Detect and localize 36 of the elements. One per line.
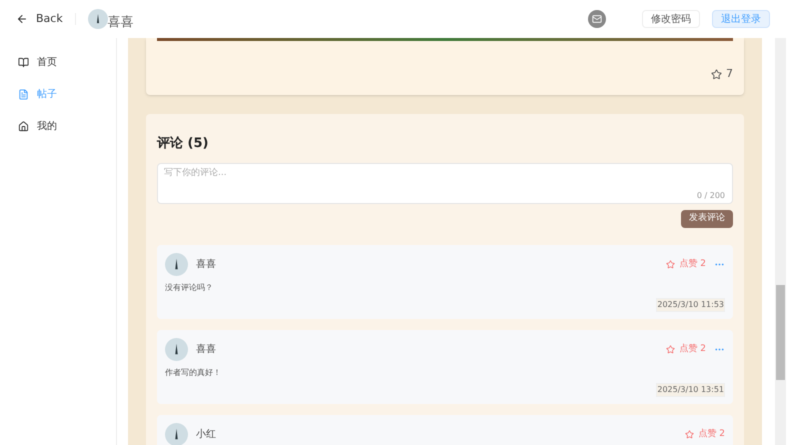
submit-comment-button[interactable]: 发表评论 xyxy=(681,210,733,228)
scrollbar[interactable] xyxy=(775,38,786,445)
avatar-icon xyxy=(165,423,188,445)
message-button[interactable] xyxy=(588,10,606,28)
back-arrow-icon xyxy=(16,13,28,25)
star-icon xyxy=(666,260,676,269)
star-icon xyxy=(666,345,676,354)
comment-text: 没有评论吗？ xyxy=(165,282,214,294)
character-counter: 0 / 200 xyxy=(696,190,725,202)
comment-text: 作者写的真好！ xyxy=(165,367,222,379)
comment-author: 喜喜 xyxy=(196,258,216,272)
book-icon xyxy=(18,56,29,68)
like-button[interactable]: 点赞 2 xyxy=(685,428,725,442)
comment-author: 喜喜 xyxy=(196,342,216,357)
like-button[interactable]: 点赞 2 xyxy=(666,258,706,272)
comment-time: 2025/3/10 11:53 xyxy=(656,298,725,312)
sidebar-item[interactable]: 我的 xyxy=(0,110,116,142)
star-icon xyxy=(711,68,722,80)
comments-title: 评论 (5) xyxy=(157,134,210,152)
home-icon xyxy=(18,120,29,132)
mail-icon xyxy=(592,14,602,24)
comment-time: 2025/3/10 13:51 xyxy=(656,383,725,397)
avatar-icon xyxy=(165,338,188,361)
comment-author: 小红 xyxy=(196,428,216,442)
sidebar-item[interactable]: 首页 xyxy=(0,46,116,78)
back-button[interactable]: Back xyxy=(16,10,63,28)
user-name: 喜喜 xyxy=(108,14,134,32)
like-button[interactable]: 点赞 2 xyxy=(666,342,706,356)
sidebar-item[interactable]: 帖子 xyxy=(0,78,116,110)
star-count: 7 xyxy=(726,66,733,82)
avatar-icon xyxy=(88,9,108,29)
star-icon xyxy=(685,430,694,439)
change-password-button[interactable]: 修改密码 xyxy=(642,10,700,28)
avatar-icon xyxy=(165,253,188,276)
logout-button[interactable]: 退出登录 xyxy=(712,10,770,28)
document-icon xyxy=(18,88,29,100)
